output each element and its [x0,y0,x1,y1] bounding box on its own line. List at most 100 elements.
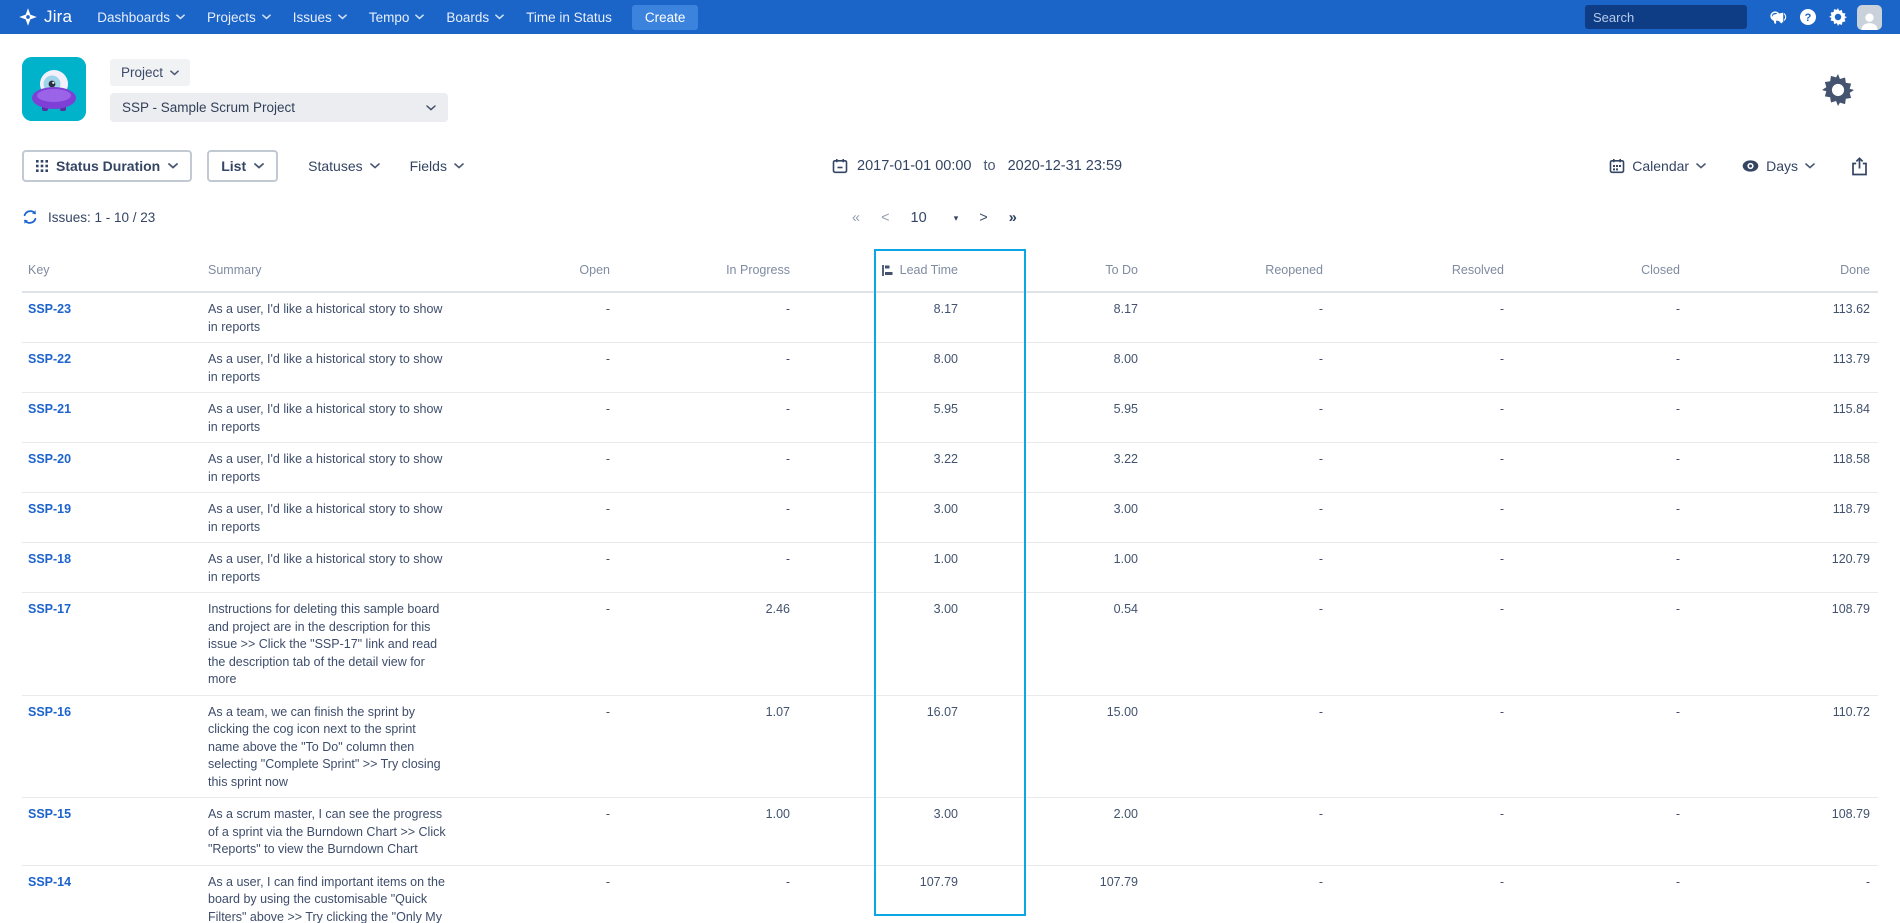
refresh-icon[interactable] [22,209,38,225]
issue-key-link[interactable]: SSP-15 [28,807,71,821]
date-range-picker[interactable]: 2017-01-01 00:00 to 2020-12-31 23:59 [832,149,1122,183]
issue-key-link[interactable]: SSP-14 [28,875,71,889]
cell-reopened: - [1146,601,1331,689]
issue-key-link[interactable]: SSP-23 [28,302,71,316]
cell-done: 120.79 [1688,551,1878,586]
cell-in-progress: - [618,501,798,536]
sort-icon [881,264,894,277]
column-header-summary[interactable]: Summary [208,263,463,277]
chevron-down-icon [176,14,185,20]
nav-item-dashboards[interactable]: Dashboards [86,0,196,34]
column-header-in-progress[interactable]: In Progress [618,263,798,277]
table-row: SSP-16 As a team, we can finish the spri… [22,696,1878,799]
project-avatar-icon [22,57,86,121]
page-size-select[interactable]: 10 ▾ [911,210,959,226]
chevron-down-icon [495,14,504,20]
fields-dropdown[interactable]: Fields [410,158,464,174]
project-header: Project SSP - Sample Scrum Project [0,34,1900,122]
cell-to-do: 0.54 [966,601,1146,689]
cell-open: - [463,301,618,336]
user-avatar[interactable] [1857,5,1882,30]
time-unit-dropdown[interactable]: Days [1742,158,1815,174]
nav-item-issues[interactable]: Issues [282,0,358,34]
issue-summary: As a user, I can find important items on… [208,874,463,923]
cell-in-progress: - [618,301,798,336]
pagination-first-button[interactable]: « [852,210,860,226]
project-type-button[interactable]: Project [110,59,190,86]
calendar-type-dropdown[interactable]: Calendar [1609,158,1706,174]
issue-key-link[interactable]: SSP-18 [28,552,71,566]
issue-key-link[interactable]: SSP-22 [28,352,71,366]
column-header-done[interactable]: Done [1688,263,1878,277]
cell-reopened: - [1146,704,1331,792]
chevron-down-icon [370,163,380,169]
calendar-minus-icon [832,158,848,174]
cell-to-do: 107.79 [966,874,1146,923]
cell-in-progress: - [618,451,798,486]
settings-gear-icon[interactable] [1823,0,1853,34]
column-header-lead-time[interactable]: Lead Time [798,263,966,277]
cell-resolved: - [1331,501,1512,536]
table-row: SSP-15 As a scrum master, I can see the … [22,798,1878,866]
chevron-down-icon [426,105,436,111]
chevron-down-icon [168,163,178,169]
cell-in-progress: - [618,551,798,586]
top-navbar: Jira Dashboards Projects Issues Tempo Bo… [0,0,1900,34]
nav-search[interactable] [1585,5,1747,29]
table-row: SSP-21 As a user, I'd like a historical … [22,393,1878,443]
issue-key-link[interactable]: SSP-16 [28,705,71,719]
chevron-down-icon [338,14,347,20]
issue-key-link[interactable]: SSP-17 [28,602,71,616]
cell-lead-time: 107.79 [798,874,966,923]
cell-resolved: - [1331,806,1512,859]
cell-done: 113.62 [1688,301,1878,336]
column-header-closed[interactable]: Closed [1512,263,1688,277]
column-header-resolved[interactable]: Resolved [1331,263,1512,277]
export-icon[interactable] [1851,157,1868,176]
chevron-down-icon [254,163,264,169]
column-header-open[interactable]: Open [463,263,618,277]
cell-closed: - [1512,301,1688,336]
cell-in-progress: - [618,351,798,386]
column-header-reopened[interactable]: Reopened [1146,263,1331,277]
cell-lead-time: 8.17 [798,301,966,336]
column-header-to-do[interactable]: To Do [966,263,1146,277]
create-button[interactable]: Create [632,5,699,30]
view-mode-button[interactable]: List [207,150,278,182]
cell-to-do: 1.00 [966,551,1146,586]
issue-key-link[interactable]: SSP-21 [28,402,71,416]
pagination-next-button[interactable]: > [979,210,987,226]
nav-item-time-in-status[interactable]: Time in Status [515,0,623,34]
nav-item-boards[interactable]: Boards [435,0,515,34]
announcement-icon[interactable] [1763,0,1793,34]
issue-summary: As a user, I'd like a historical story t… [208,301,463,336]
project-select[interactable]: SSP - Sample Scrum Project [110,93,448,122]
nav-item-projects[interactable]: Projects [196,0,282,34]
grid-icon [36,160,48,172]
pagination-prev-button[interactable]: < [881,210,889,226]
cell-open: - [463,351,618,386]
issue-summary: As a user, I'd like a historical story t… [208,451,463,486]
cell-done: 118.79 [1688,501,1878,536]
statuses-dropdown[interactable]: Statuses [308,158,379,174]
date-to: 2020-12-31 23:59 [1008,158,1123,174]
cell-done: 108.79 [1688,601,1878,689]
issue-key-link[interactable]: SSP-20 [28,452,71,466]
issue-key-link[interactable]: SSP-19 [28,502,71,516]
report-type-button[interactable]: Status Duration [22,150,192,182]
issue-summary: As a team, we can finish the sprint by c… [208,704,463,792]
cell-reopened: - [1146,874,1331,923]
cell-done: 115.84 [1688,401,1878,436]
cell-done: - [1688,874,1878,923]
pagination-last-button[interactable]: » [1009,210,1017,226]
nav-item-tempo[interactable]: Tempo [358,0,436,34]
search-input[interactable] [1593,10,1769,25]
toolbar-right-group: Calendar Days [1609,149,1868,183]
column-header-key[interactable]: Key [22,263,208,277]
help-icon[interactable]: ? [1793,0,1823,34]
cell-closed: - [1512,874,1688,923]
jira-logo[interactable]: Jira [18,7,72,27]
report-settings-gear-icon[interactable] [1822,74,1854,106]
cell-closed: - [1512,501,1688,536]
table-row: SSP-20 As a user, I'd like a historical … [22,443,1878,493]
